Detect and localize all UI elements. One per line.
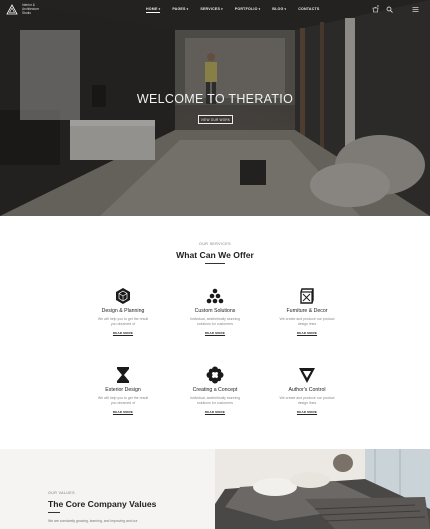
core-text: We are constantly growing, learning, and… — [48, 519, 138, 523]
chevron-down-icon: ▾ — [284, 7, 287, 11]
nav-label: BLOG — [272, 7, 284, 11]
nav-item-pages[interactable]: PAGES▾ — [172, 7, 188, 13]
brand-name: Interior & Architecture Studio — [22, 3, 54, 15]
service-name: Custom Solutions — [194, 308, 236, 314]
hero-title: WELCOME TO THERATIO — [136, 92, 294, 106]
service-name: Design & Planning — [101, 308, 145, 314]
service-description: Individual, aesthetically stunning solut… — [189, 317, 241, 326]
nav-item-services[interactable]: SERVICES▾ — [200, 7, 222, 13]
service-authors-control: Author's Control We create and produce o… — [262, 366, 352, 414]
chevron-down-icon: ▾ — [186, 7, 189, 11]
brand-line: Studio — [22, 11, 32, 15]
service-name: Exterior Design — [105, 387, 141, 393]
divider — [48, 512, 60, 513]
chevron-down-icon: ▾ — [258, 7, 261, 11]
core-values-section — [0, 449, 215, 529]
service-description: We will help you to get the result you d… — [97, 317, 149, 326]
flower-icon — [206, 366, 224, 384]
nav-label: PORTFOLIO — [234, 7, 258, 11]
service-custom-solutions: Custom Solutions Individual, aesthetical… — [170, 287, 260, 335]
read-more-link[interactable]: READ MORE — [262, 331, 352, 335]
service-description: We create and produce our product design… — [279, 396, 335, 405]
bedroom-image — [215, 449, 430, 529]
hero-section: Interior & Architecture Studio HOME▾ PAG… — [0, 0, 430, 216]
page: Interior & Architecture Studio HOME▾ PAG… — [0, 0, 430, 529]
service-creating-concept: Creating a Concept Individual, aesthetic… — [170, 366, 260, 414]
box-icon — [300, 288, 314, 304]
service-furniture-decor: Furniture & Decor We create and produce … — [262, 287, 352, 335]
read-more-link[interactable]: READ MORE — [78, 331, 168, 335]
service-exterior-design: Exterior Design We will help you to get … — [78, 366, 168, 414]
read-more-link[interactable]: READ MORE — [78, 410, 168, 414]
top-navigation-bar: Interior & Architecture Studio HOME▾ PAG… — [0, 0, 430, 20]
nav-item-portfolio[interactable]: PORTFOLIO▾ — [235, 7, 260, 13]
chevron-down-icon: ▾ — [158, 7, 161, 11]
service-design-planning: Design & Planning We will help you to ge… — [78, 287, 168, 335]
search-icon[interactable] — [386, 6, 393, 13]
triangle-icon — [299, 368, 315, 383]
hamburger-menu-icon[interactable] — [412, 6, 419, 13]
service-name: Furniture & Decor — [286, 308, 328, 314]
read-more-link[interactable]: READ MORE — [262, 410, 352, 414]
nav-item-blog[interactable]: BLOG▾ — [272, 7, 286, 13]
view-work-button[interactable]: VIEW OUR WORK — [198, 115, 233, 124]
divider — [205, 263, 225, 264]
service-name: Creating a Concept — [192, 387, 238, 393]
nav-label: SERVICES — [200, 7, 221, 11]
main-nav: HOME▾ PAGES▾ SERVICES▾ PORTFOLIO▾ BLOG▾ … — [146, 7, 331, 13]
service-name: Author's Control — [288, 387, 326, 393]
hero-overlay — [0, 0, 430, 216]
read-more-link[interactable]: READ MORE — [170, 410, 260, 414]
nav-item-contacts[interactable]: CONTACTS — [298, 7, 319, 13]
nav-label: HOME — [146, 7, 158, 11]
service-description: Individual, aesthetically stunning solut… — [189, 396, 241, 405]
offer-pretitle: OUR SERVICES — [199, 242, 231, 246]
bedroom-illustration — [215, 449, 430, 529]
cube-icon — [116, 288, 130, 304]
logo-icon[interactable] — [6, 4, 18, 16]
service-description: We will help you to get the result you d… — [97, 396, 149, 405]
service-description: We create and produce our product design… — [279, 317, 335, 326]
cart-count-badge: 0 — [377, 4, 379, 8]
chevron-down-icon: ▾ — [221, 7, 223, 11]
nav-label: PAGES — [172, 7, 186, 11]
triangle-dots-icon — [206, 288, 224, 304]
offer-title: What Can We Offer — [176, 250, 254, 260]
read-more-link[interactable]: READ MORE — [170, 331, 260, 335]
nav-item-home[interactable]: HOME▾ — [146, 7, 161, 13]
nav-label: CONTACTS — [298, 7, 320, 11]
core-pretitle: OUR VALUES — [48, 491, 75, 495]
core-title: The Core Company Values — [48, 499, 157, 509]
hourglass-icon — [117, 367, 129, 383]
